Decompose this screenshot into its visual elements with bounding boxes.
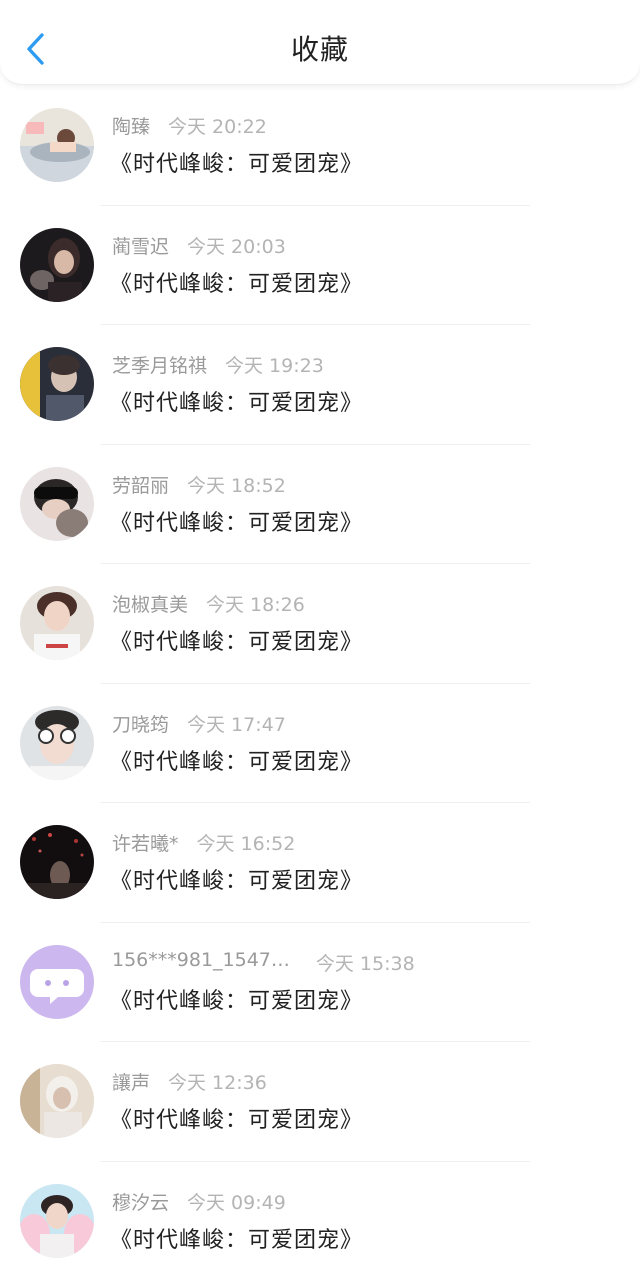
item-meta: 陶臻 今天 20:22 [112,112,267,142]
item-meta: 泡椒真美 今天 18:26 [112,590,305,620]
user-name: 蔺雪迟 [112,235,170,258]
list-item[interactable]: 讓声 今天 12:36 《时代峰峻：可爱团宠》 [0,1042,640,1162]
book-title[interactable]: 《时代峰峻：可爱团宠》 [110,266,363,298]
timestamp: 今天 19:23 [225,355,324,377]
book-title[interactable]: 《时代峰峻：可爱团宠》 [110,1102,363,1134]
item-meta: 穆汐云 今天 09:49 [112,1188,286,1218]
book-title[interactable]: 《时代峰峻：可爱团宠》 [110,385,363,417]
timestamp: 今天 17:47 [187,713,286,736]
item-meta: 许若曦* 今天 16:52 [112,829,295,859]
user-name: 泡椒真美 [112,594,189,616]
item-meta: 讓声 今天 12:36 [112,1068,267,1098]
chat-bubble-icon [20,944,94,1019]
timestamp: 今天 20:03 [187,235,286,258]
list-item[interactable]: 陶臻 今天 20:22 《时代峰峻：可爱团宠》 [0,86,640,206]
avatar[interactable] [20,586,94,660]
book-title[interactable]: 《时代峰峻：可爱团宠》 [110,505,363,537]
list-item[interactable]: 穆汐云 今天 09:49 《时代峰峻：可爱团宠》 [0,1162,640,1280]
timestamp: 今天 09:49 [187,1191,286,1214]
avatar[interactable] [20,705,94,780]
timestamp: 今天 18:52 [187,474,286,497]
user-name: 156***981_1547… [112,948,290,971]
timestamp: 今天 20:22 [168,116,267,138]
book-title[interactable]: 《时代峰峻：可爱团宠》 [110,624,363,656]
book-title[interactable]: 《时代峰峻：可爱团宠》 [110,146,363,178]
favorites-screen: 收藏 陶臻 今天 20:22 《时代峰峻：可爱团宠》 蔺雪迟 今天 20:03 … [0,0,640,1280]
item-meta: 刀晓筠 今天 17:47 [112,710,286,740]
item-meta: 芝季月铭祺 今天 19:23 [112,351,324,381]
book-title[interactable]: 《时代峰峻：可爱团宠》 [110,863,363,895]
user-name: 芝季月铭祺 [112,355,208,377]
avatar[interactable] [20,466,94,541]
avatar[interactable] [20,108,94,182]
user-name: 陶臻 [112,116,151,138]
list-item[interactable]: 劳韶丽 今天 18:52 《时代峰峻：可爱团宠》 [0,445,640,564]
avatar[interactable] [20,347,94,421]
page-title: 收藏 [290,33,349,66]
avatar[interactable] [20,1183,94,1258]
list-item[interactable]: 蔺雪迟 今天 20:03 《时代峰峻：可爱团宠》 [0,206,640,325]
list-item[interactable]: 芝季月铭祺 今天 19:23 《时代峰峻：可爱团宠》 [0,325,640,445]
user-name: 穆汐云 [112,1191,170,1214]
book-title[interactable]: 《时代峰峻：可爱团宠》 [110,983,363,1015]
top-nav-bar: 收藏 [0,0,640,85]
favorites-list: 陶臻 今天 20:22 《时代峰峻：可爱团宠》 蔺雪迟 今天 20:03 《时代… [0,86,640,1280]
user-name: 许若曦* [112,833,179,855]
avatar[interactable] [20,227,94,302]
timestamp: 今天 12:36 [168,1072,267,1094]
list-item[interactable]: 许若曦* 今天 16:52 《时代峰峻：可爱团宠》 [0,803,640,923]
avatar[interactable] [20,1064,94,1138]
list-item[interactable]: 156***981_1547… 今天 15:38 《时代峰峻：可爱团宠》 [0,923,640,1042]
avatar[interactable] [20,825,94,899]
book-title[interactable]: 《时代峰峻：可爱团宠》 [110,744,363,776]
avatar[interactable] [20,944,94,1019]
user-name: 讓声 [112,1072,151,1094]
item-meta: 劳韶丽 今天 18:52 [112,471,286,501]
item-meta: 蔺雪迟 今天 20:03 [112,232,286,262]
item-meta: 156***981_1547… 今天 15:38 [112,949,415,979]
list-item[interactable]: 泡椒真美 今天 18:26 《时代峰峻：可爱团宠》 [0,564,640,684]
timestamp: 今天 18:26 [206,594,305,616]
user-name: 劳韶丽 [112,474,170,497]
timestamp: 今天 16:52 [196,833,296,855]
user-name: 刀晓筠 [112,713,170,736]
timestamp: 今天 15:38 [315,952,415,975]
list-item[interactable]: 刀晓筠 今天 17:47 《时代峰峻：可爱团宠》 [0,684,640,803]
book-title[interactable]: 《时代峰峻：可爱团宠》 [110,1222,363,1254]
